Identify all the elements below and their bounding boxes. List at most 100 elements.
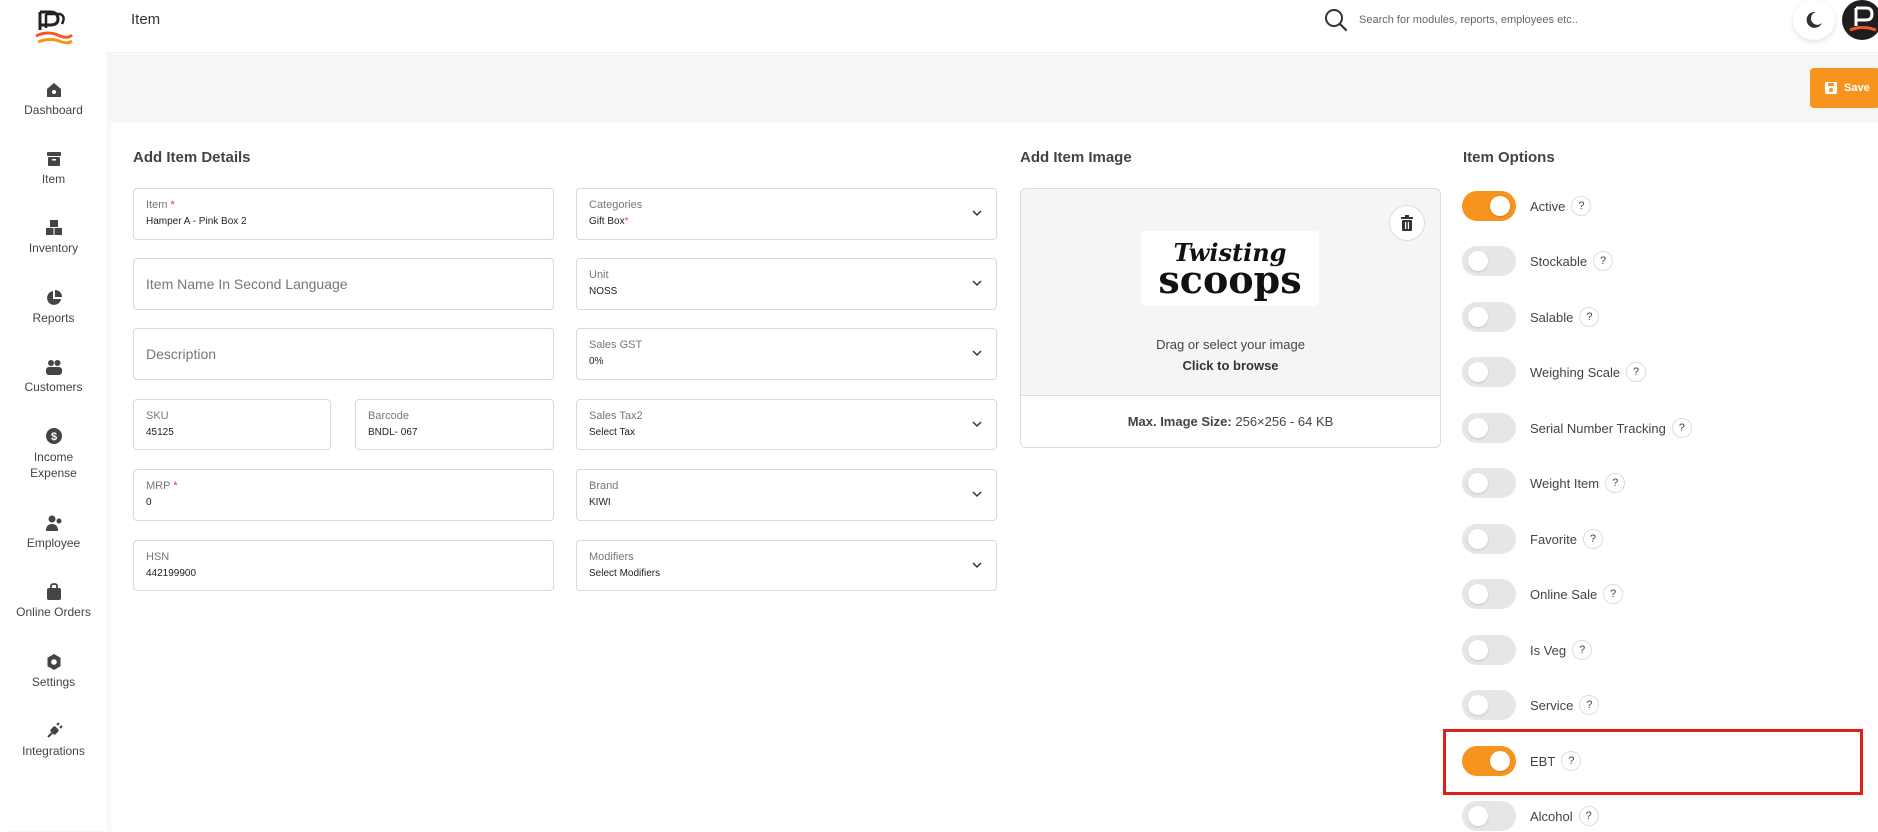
toggle-knob [1490, 196, 1510, 216]
avatar[interactable] [1842, 0, 1878, 40]
active-toggle[interactable] [1462, 191, 1516, 221]
image-upload-dropzone[interactable]: Twisting scoops Drag or select your imag… [1020, 188, 1441, 448]
sidebar-item-item[interactable]: Item [0, 150, 107, 186]
sidebar-item-integrations[interactable]: Integrations [0, 722, 107, 758]
sales-tax2-value: Select Tax [589, 427, 635, 438]
unit-select[interactable]: Unit NOSS [576, 258, 997, 310]
mrp-value: 0 [146, 497, 152, 508]
help-icon[interactable]: ? [1579, 307, 1600, 327]
sidebar-item-label: Customers [24, 380, 83, 394]
sku-field[interactable]: SKU 45125 [133, 399, 331, 450]
save-button[interactable]: Save [1810, 68, 1878, 108]
help-icon[interactable]: ? [1571, 196, 1592, 216]
dollar-icon: $ [45, 428, 62, 444]
search-input[interactable] [1359, 10, 1659, 30]
item-name-field[interactable]: Item * Hamper A - Pink Box 2 [133, 188, 554, 240]
drag-hint: Drag or select your image [1156, 337, 1305, 352]
brand-select[interactable]: Brand KIWI [576, 469, 997, 521]
favorite-toggle[interactable] [1462, 524, 1516, 554]
sidebar-item-label: Settings [31, 675, 76, 689]
pie-chart-icon [46, 290, 62, 305]
item-name-label: Item [146, 199, 168, 211]
inventory-icon [45, 220, 62, 235]
second-language-field[interactable]: Item Name In Second Language [133, 258, 554, 310]
help-icon[interactable]: ? [1603, 584, 1624, 604]
users-icon [45, 360, 62, 375]
delete-image-button[interactable] [1389, 205, 1425, 241]
stockable-label: Stockable [1530, 253, 1588, 269]
help-icon[interactable]: ? [1579, 695, 1600, 715]
sales-gst-value: 0% [589, 356, 604, 367]
weighing-scale-toggle[interactable] [1462, 357, 1516, 387]
help-icon[interactable]: ? [1578, 806, 1599, 826]
save-label: Save [1844, 82, 1870, 94]
online-sale-toggle[interactable] [1462, 579, 1516, 609]
unit-label: Unit [589, 269, 609, 281]
chevron-down-icon [972, 210, 982, 217]
sidebar-item-label: Reports [32, 311, 75, 325]
highlight-box [1443, 729, 1863, 795]
description-field[interactable]: Description [133, 328, 554, 380]
stockable-toggle[interactable] [1462, 246, 1516, 276]
avatar-logo-icon [1849, 6, 1877, 32]
toggle-knob [1468, 806, 1488, 826]
sidebar-item-income-expense[interactable]: $ Income Expense [0, 427, 107, 481]
chevron-down-icon [972, 350, 982, 357]
serial-number-tracking-label: Serial Number Tracking [1530, 420, 1666, 436]
sku-value: 45125 [146, 427, 174, 438]
sidebar-item-settings[interactable]: Settings [0, 653, 107, 689]
barcode-field[interactable]: Barcode BNDL- 067 [355, 399, 554, 450]
required-mark: * [170, 199, 175, 211]
modifiers-select[interactable]: Modifiers Select Modifiers [576, 540, 997, 591]
sidebar-item-reports[interactable]: Reports [0, 289, 107, 325]
weight-item-label: Weight Item [1530, 475, 1600, 491]
serial-number-tracking-toggle[interactable] [1462, 413, 1516, 443]
mrp-label: MRP [146, 480, 171, 492]
help-icon[interactable]: ? [1582, 529, 1603, 549]
help-icon[interactable]: ? [1626, 362, 1647, 382]
brand-logo [35, 10, 74, 45]
salable-toggle[interactable] [1462, 302, 1516, 332]
sidebar-item-customers[interactable]: Customers [0, 358, 107, 394]
categories-value: Gift Box [589, 216, 625, 227]
option-active: Active? [1462, 190, 1592, 222]
is-veg-toggle[interactable] [1462, 635, 1516, 665]
modifiers-value: Select Modifiers [589, 568, 661, 579]
mrp-field[interactable]: MRP * 0 [133, 469, 554, 521]
toggle-knob [1468, 640, 1488, 660]
search-icon[interactable] [1323, 7, 1349, 33]
help-icon[interactable]: ? [1605, 473, 1626, 493]
sidebar-item-label: Employee [26, 536, 81, 550]
max-size-label: Max. Image Size: [1127, 414, 1232, 429]
help-icon[interactable]: ? [1593, 251, 1614, 271]
sales-gst-select[interactable]: Sales GST 0% [576, 328, 997, 380]
theme-toggle-button[interactable] [1793, 0, 1835, 40]
sales-tax2-select[interactable]: Sales Tax2 Select Tax [576, 399, 997, 450]
categories-select[interactable]: Categories Gift Box* [576, 188, 997, 240]
plug-icon [46, 722, 63, 738]
sidebar-item-dashboard[interactable]: Dashboard [0, 81, 107, 117]
help-icon[interactable]: ? [1671, 418, 1692, 438]
chevron-down-icon [972, 491, 982, 498]
gear-icon [47, 654, 60, 670]
sidebar-item-inventory[interactable]: Inventory [0, 219, 107, 255]
modifiers-label: Modifiers [589, 551, 634, 563]
service-toggle[interactable] [1462, 690, 1516, 720]
option-alcohol: Alcohol? [1462, 800, 1599, 832]
alcohol-toggle[interactable] [1462, 801, 1516, 831]
sidebar-item-online-orders[interactable]: Online Orders [0, 583, 107, 619]
hsn-field[interactable]: HSN 442199900 [133, 540, 554, 591]
browse-link[interactable]: Click to browse [1021, 358, 1440, 373]
favorite-label: Favorite [1530, 531, 1577, 547]
sales-gst-label: Sales GST [589, 339, 643, 351]
option-weighing-scale: Weighing Scale? [1462, 356, 1647, 388]
sidebar-item-label: Inventory [28, 241, 79, 255]
sidebar-item-employee[interactable]: Employee [0, 514, 107, 550]
alcohol-label: Alcohol [1530, 808, 1573, 824]
active-label: Active [1530, 198, 1566, 214]
help-icon[interactable]: ? [1572, 640, 1593, 660]
employee-icon [45, 515, 61, 531]
item-name-value: Hamper A - Pink Box 2 [146, 216, 247, 227]
weight-item-toggle[interactable] [1462, 468, 1516, 498]
details-section-title: Add Item Details [133, 149, 251, 166]
